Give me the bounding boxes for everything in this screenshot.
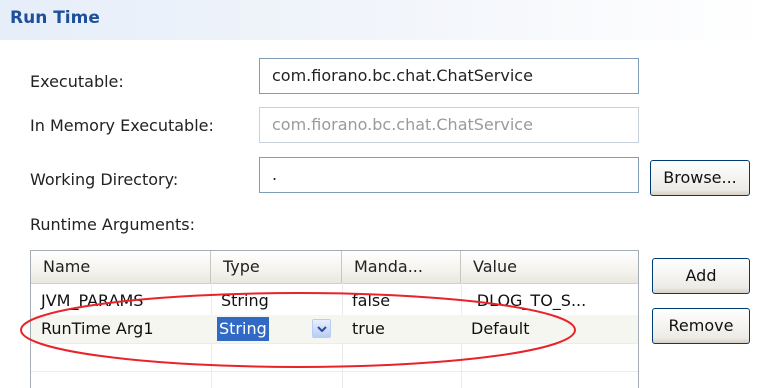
column-header-mandatory[interactable]: Manda... [342, 251, 461, 283]
table-row[interactable]: JVM_PARAMS String false -DLOG_TO_S... [31, 287, 638, 315]
column-header-name[interactable]: Name [31, 251, 211, 283]
cell-value: Default [471, 319, 530, 338]
column-header-value[interactable]: Value [461, 251, 638, 283]
cell-name: JVM_PARAMS [41, 291, 144, 310]
cell-mandatory: false [352, 291, 391, 310]
row-separator [31, 343, 638, 344]
table-row-selected[interactable]: RunTime Arg1 String true Default [31, 315, 638, 343]
runtime-arguments-table: Name Type Manda... Value JVM_PARAMS Stri… [30, 250, 639, 388]
runtime-arguments-label: Runtime Arguments: [30, 215, 196, 234]
row-separator [31, 371, 638, 372]
cell-type: String [221, 291, 269, 310]
cell-value: -DLOG_TO_S... [471, 291, 587, 310]
in-memory-executable-field: com.fiorano.bc.chat.ChatService [259, 107, 639, 143]
working-directory-field[interactable]: . [259, 157, 639, 193]
executable-field[interactable]: com.fiorano.bc.chat.ChatService [259, 58, 639, 94]
remove-button[interactable]: Remove [652, 308, 750, 344]
executable-label: Executable: [30, 72, 124, 91]
column-header-type[interactable]: Type [211, 251, 342, 283]
cell-mandatory: true [352, 319, 385, 338]
browse-button[interactable]: Browse... [650, 160, 750, 196]
section-header: Run Time [0, 0, 769, 40]
type-combo-value: String [217, 317, 269, 341]
in-memory-executable-label: In Memory Executable: [30, 116, 214, 135]
chevron-down-icon[interactable] [312, 319, 331, 338]
type-combo[interactable]: String [214, 316, 341, 342]
table-header: Name Type Manda... Value [31, 251, 638, 284]
section-title: Run Time [10, 8, 100, 28]
cell-name: RunTime Arg1 [41, 319, 154, 338]
working-directory-label: Working Directory: [30, 170, 179, 189]
add-button[interactable]: Add [652, 258, 750, 294]
